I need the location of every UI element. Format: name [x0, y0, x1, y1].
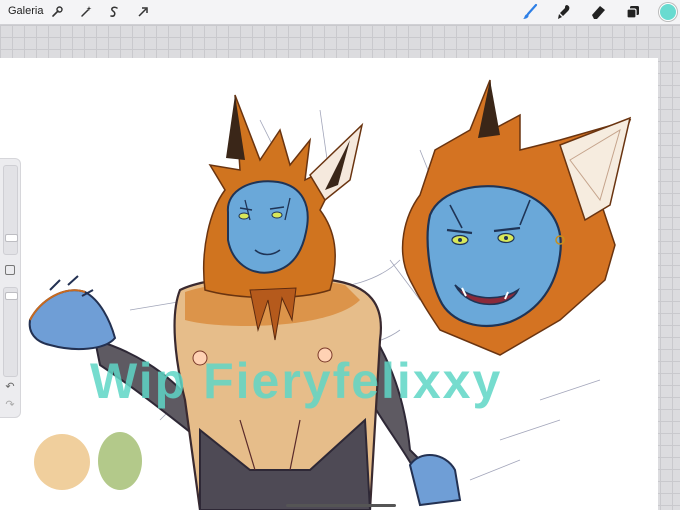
transform-arrow-icon[interactable]	[133, 2, 153, 22]
brush-size-slider[interactable]	[3, 165, 18, 255]
opacity-slider[interactable]	[3, 287, 18, 377]
magic-wand-icon[interactable]	[76, 2, 96, 22]
opacity-knob[interactable]	[5, 292, 18, 300]
selection-icon[interactable]	[104, 2, 124, 22]
palette-swatch-green[interactable]	[98, 432, 142, 490]
top-toolbar: Galeria	[0, 0, 680, 25]
palette-swatch-peach[interactable]	[34, 434, 90, 490]
brush-icon[interactable]	[519, 2, 541, 22]
modify-button[interactable]	[5, 265, 15, 275]
wrench-icon[interactable]	[47, 2, 67, 22]
eraser-icon[interactable]	[587, 2, 609, 22]
smudge-icon[interactable]	[553, 2, 575, 22]
brush-size-knob[interactable]	[5, 234, 18, 242]
layers-icon[interactable]	[622, 2, 644, 22]
character-artwork	[28, 79, 632, 510]
redo-icon[interactable]: ↷	[3, 399, 17, 411]
home-indicator	[286, 504, 396, 507]
left-sidebar: ↶ ↷	[0, 158, 21, 418]
color-picker-button[interactable]	[659, 3, 677, 21]
undo-icon[interactable]: ↶	[3, 381, 17, 393]
drawing-canvas[interactable]: Wip Fieryfelixxy	[0, 58, 658, 510]
gallery-button[interactable]: Galeria	[8, 5, 43, 17]
watermark-text: Wip Fieryfelixxy	[90, 353, 503, 409]
